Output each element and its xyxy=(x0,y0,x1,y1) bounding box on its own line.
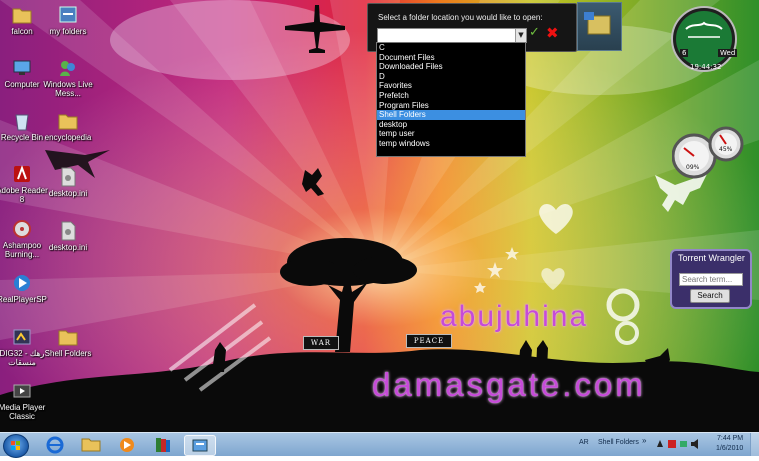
folder-option[interactable]: desktop xyxy=(377,120,525,130)
desktop-icon-label: Shell Folders xyxy=(44,349,92,358)
desktop-icon-label: Computer xyxy=(4,80,40,89)
desktop-icon-label: desktop.ini xyxy=(48,243,88,252)
folder-dropdown-list: C Document Files Downloaded Files D Favo… xyxy=(376,42,526,157)
desktop-icon-desktop-ini-1[interactable]: desktop.ini xyxy=(40,166,96,198)
clock-day: 6 xyxy=(680,49,689,57)
folder-option[interactable]: Prefetch xyxy=(377,91,525,101)
desktop-icon-encyclopedia[interactable]: encyclopedia xyxy=(40,110,96,142)
war-sign: WAR xyxy=(303,336,339,350)
taskbar-date[interactable]: 1/6/2010 xyxy=(716,445,743,452)
ram-percent: 45% xyxy=(719,146,733,153)
ini-file-icon xyxy=(61,221,76,241)
show-desktop-button[interactable] xyxy=(750,433,759,456)
desktop-icon-label: my folders xyxy=(49,27,87,36)
watermark-damasgate: damasgate.com xyxy=(372,366,646,403)
torrent-wrangler-title: Torrent Wrangler xyxy=(678,253,745,263)
folder-icon xyxy=(58,330,78,346)
control-panel-icon xyxy=(192,439,208,452)
messenger-icon xyxy=(60,61,75,76)
dig32-icon xyxy=(13,329,31,345)
checkmark-icon[interactable]: ✓ xyxy=(529,25,540,40)
folder-option[interactable]: Downloaded Files xyxy=(377,62,525,72)
start-button[interactable] xyxy=(3,434,29,458)
desktop-icon-label: Recycle Bin xyxy=(0,133,44,142)
shortcut-folder-icon xyxy=(59,6,77,23)
taskbar-app-books[interactable] xyxy=(148,435,178,454)
peace-sign: PEACE xyxy=(406,334,452,348)
realplayer-icon xyxy=(14,275,30,291)
folder-option[interactable]: temp windows xyxy=(377,139,525,149)
taskbar-app-control-panel[interactable] xyxy=(184,435,216,456)
desktop-icon-label: Media Player Classic xyxy=(0,403,46,421)
desktop-icon-label: RealPlayerSP xyxy=(0,295,47,304)
windows-logo-icon xyxy=(11,441,20,450)
cpu-percent: 09% xyxy=(686,164,700,171)
language-indicator[interactable]: AR xyxy=(579,439,589,446)
clock-gadget[interactable]: 6 Wed 19:44:32 xyxy=(670,5,738,73)
folder-settings-icon[interactable] xyxy=(582,10,616,42)
watermark-abujuhina: abujuhina xyxy=(440,300,589,333)
desktop-icon-realplayer[interactable]: RealPlayerSP xyxy=(0,272,50,304)
cpu-meter-gadget[interactable]: 09% 45% xyxy=(671,124,744,180)
clock-weekday: Wed xyxy=(718,49,738,57)
torrent-search-input[interactable] xyxy=(679,273,743,286)
chevron-down-icon[interactable]: ▼ xyxy=(515,29,526,42)
desktop-icon-label: encyclopedia xyxy=(44,133,92,142)
taskbar-app-media-player[interactable] xyxy=(112,435,142,454)
recycle-bin-icon xyxy=(15,114,29,131)
desktop-icon-label: falcon xyxy=(11,27,33,36)
desktop-icon-label: desktop.ini xyxy=(48,189,88,198)
desktop-icon-label: Windows Live Mess... xyxy=(43,80,93,98)
torrent-search-button[interactable]: Search xyxy=(690,289,730,303)
toolbar-shell-folders[interactable]: Shell Folders xyxy=(598,439,639,446)
folder-option[interactable]: C xyxy=(377,43,525,53)
computer-icon xyxy=(13,60,31,75)
toolbar-expand-icon[interactable]: » xyxy=(642,436,646,445)
explorer-icon xyxy=(81,438,101,452)
folder-option[interactable]: Favorites xyxy=(377,81,525,91)
folder-prompt: Select a folder location you would like … xyxy=(378,13,543,22)
folder-option[interactable]: D xyxy=(377,72,525,82)
folder-gadget-side-panel xyxy=(577,2,622,51)
folder-option[interactable]: temp user xyxy=(377,129,525,139)
desktop-icon-my-folders[interactable]: my folders xyxy=(40,4,96,36)
taskbar-app-internet-explorer[interactable] xyxy=(40,435,70,454)
torrent-wrangler-gadget: Torrent Wrangler Search xyxy=(670,249,752,309)
taskbar-app-explorer[interactable] xyxy=(76,435,106,454)
folder-combo-box[interactable]: ▼ xyxy=(377,28,527,43)
desktop-icon-label: DIG32 - رهك منسقات xyxy=(0,349,45,367)
desktop-icon-windows-live-messenger[interactable]: Windows Live Mess... xyxy=(40,57,96,98)
clock-time: 19:44:32 xyxy=(690,63,722,71)
ashampoo-icon xyxy=(13,220,31,238)
folder-option[interactable]: Document Files xyxy=(377,53,525,63)
media-player-icon xyxy=(13,384,31,398)
folder-option-selected[interactable]: Shell Folders xyxy=(377,110,525,120)
taskbar-time[interactable]: 7:44 PM xyxy=(717,435,743,442)
ie-icon xyxy=(46,436,64,454)
folder-option[interactable]: Program Files xyxy=(377,101,525,111)
system-tray-icons[interactable] xyxy=(655,438,703,450)
close-icon[interactable]: ✖ xyxy=(546,24,559,42)
desktop-icon-shell-folders[interactable]: Shell Folders xyxy=(40,326,96,358)
speedometer-icon xyxy=(671,126,744,179)
folder-icon xyxy=(12,8,32,24)
ini-file-icon xyxy=(61,167,76,187)
adobe-reader-icon xyxy=(14,165,30,182)
desktop-icon-label: Ashampoo Burning... xyxy=(2,241,42,259)
media-player-icon xyxy=(120,438,134,452)
desktop-icon-desktop-ini-2[interactable]: desktop.ini xyxy=(40,220,96,252)
taskbar: AR Shell Folders » 7:44 PM 1/6/2010 xyxy=(0,432,759,458)
books-icon xyxy=(156,438,170,452)
desktop-icon-media-player-classic[interactable]: Media Player Classic xyxy=(0,380,50,421)
folder-icon xyxy=(58,114,78,130)
